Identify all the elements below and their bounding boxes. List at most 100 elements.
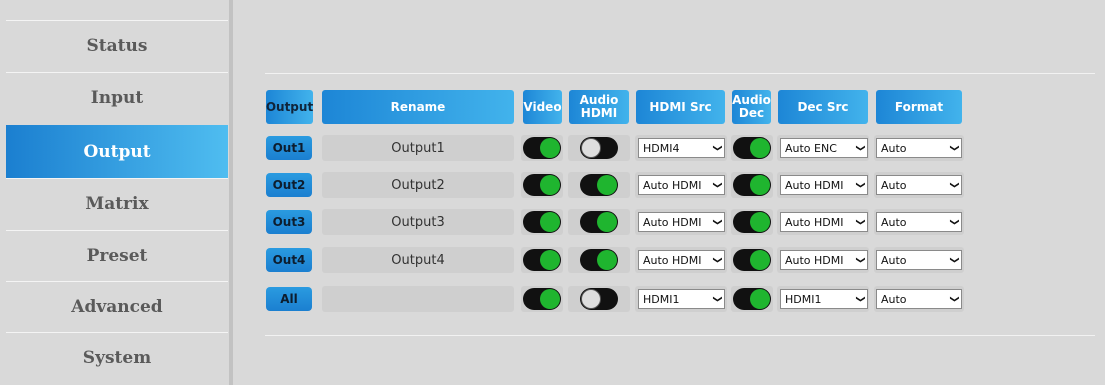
toggle-knob (581, 138, 601, 158)
audio-dec-toggle[interactable] (733, 174, 771, 196)
hdmi-src-select[interactable]: HDMI1 ❯ (638, 289, 725, 309)
audio-dec-toggle[interactable] (733, 288, 771, 310)
header-audio-dec-line2: Dec (738, 106, 765, 120)
out3-button[interactable]: Out3 (266, 210, 312, 234)
sidebar-item-system[interactable]: System (6, 332, 228, 383)
header-audio-hdmi-line2: HDMI (580, 106, 618, 120)
all-button[interactable]: All (266, 287, 312, 311)
video-toggle[interactable] (523, 174, 561, 196)
video-toggle[interactable] (523, 288, 561, 310)
toggle-knob (597, 212, 617, 232)
out2-label: Out2 (272, 178, 306, 192)
header-audio-hdmi: Audio HDMI (569, 90, 629, 124)
video-toggle[interactable] (523, 249, 561, 271)
chevron-down-icon: ❯ (949, 181, 959, 189)
sidebar-item-input[interactable]: Input (6, 72, 228, 123)
rename-value: Output2 (391, 177, 445, 193)
audio-hdmi-toggle[interactable] (580, 211, 618, 233)
audio-hdmi-toggle[interactable] (580, 288, 618, 310)
dec-src-select[interactable]: Auto ENC ❯ (780, 138, 868, 158)
rename-field[interactable] (322, 286, 514, 312)
sidebar-item-label: Output (83, 141, 151, 162)
format-select[interactable]: Auto ❯ (876, 289, 962, 309)
out3-label: Out3 (272, 215, 306, 229)
header-hdmi-src-label: HDMI Src (649, 99, 712, 114)
chevron-down-icon: ❯ (712, 256, 722, 264)
dec-src-select[interactable]: Auto HDMI ❯ (780, 175, 868, 195)
chevron-down-icon: ❯ (855, 218, 865, 226)
out1-button[interactable]: Out1 (266, 136, 312, 160)
header-hdmi-src: HDMI Src (636, 90, 725, 124)
chevron-down-icon: ❯ (855, 181, 865, 189)
toggle-knob (597, 175, 617, 195)
format-select[interactable]: Auto ❯ (876, 138, 962, 158)
toggle-knob (597, 250, 617, 270)
header-format-label: Format (894, 99, 944, 114)
audio-dec-toggle[interactable] (733, 249, 771, 271)
dec-src-value: HDMI1 (785, 292, 822, 306)
sidebar-item-preset[interactable]: Preset (6, 230, 228, 281)
toggle-knob (540, 175, 560, 195)
sidebar-item-label: Status (86, 36, 148, 56)
audio-hdmi-toggle[interactable] (580, 249, 618, 271)
rename-field[interactable]: Output3 (322, 209, 514, 235)
chevron-down-icon: ❯ (855, 256, 865, 264)
hdmi-src-value: Auto HDMI (643, 178, 702, 192)
chevron-down-icon: ❯ (949, 144, 959, 152)
audio-hdmi-toggle[interactable] (580, 174, 618, 196)
chevron-down-icon: ❯ (712, 181, 722, 189)
sidebar-item-status[interactable]: Status (6, 20, 228, 71)
dec-src-value: Auto HDMI (785, 215, 844, 229)
all-label: All (280, 292, 298, 306)
header-rename: Rename (322, 90, 514, 124)
dec-src-value: Auto HDMI (785, 178, 844, 192)
hdmi-src-select[interactable]: Auto HDMI ❯ (638, 250, 725, 270)
hdmi-src-value: Auto HDMI (643, 253, 702, 267)
dec-src-select[interactable]: Auto HDMI ❯ (780, 250, 868, 270)
rename-field[interactable]: Output2 (322, 172, 514, 198)
sidebar-divider[interactable] (229, 0, 233, 385)
header-dec-src: Dec Src (778, 90, 868, 124)
chevron-down-icon: ❯ (949, 218, 959, 226)
toggle-knob (750, 212, 770, 232)
format-select[interactable]: Auto ❯ (876, 212, 962, 232)
sidebar-item-label: System (82, 348, 152, 368)
dec-src-select[interactable]: HDMI1 ❯ (780, 289, 868, 309)
sidebar-item-advanced[interactable]: Advanced (6, 281, 228, 332)
header-video-label: Video (523, 99, 562, 114)
out1-label: Out1 (272, 141, 306, 155)
format-select[interactable]: Auto ❯ (876, 175, 962, 195)
chevron-down-icon: ❯ (712, 218, 722, 226)
toggle-knob (750, 175, 770, 195)
toggle-knob (540, 289, 560, 309)
audio-hdmi-toggle[interactable] (580, 137, 618, 159)
dec-src-value: Auto HDMI (785, 253, 844, 267)
dec-src-select[interactable]: Auto HDMI ❯ (780, 212, 868, 232)
format-select[interactable]: Auto ❯ (876, 250, 962, 270)
header-output-label: Output (265, 99, 314, 114)
out4-label: Out4 (272, 253, 306, 267)
format-value: Auto (881, 292, 907, 306)
format-value: Auto (881, 253, 907, 267)
video-toggle[interactable] (523, 137, 561, 159)
audio-dec-toggle[interactable] (733, 137, 771, 159)
hdmi-src-select[interactable]: Auto HDMI ❯ (638, 175, 725, 195)
bottom-separator (265, 335, 1095, 336)
hdmi-src-value: HDMI4 (643, 141, 680, 155)
audio-dec-toggle[interactable] (733, 211, 771, 233)
sidebar-item-label: Advanced (71, 297, 163, 317)
out4-button[interactable]: Out4 (266, 248, 312, 272)
chevron-down-icon: ❯ (949, 295, 959, 303)
sidebar-item-matrix[interactable]: Matrix (6, 178, 228, 229)
sidebar-item-output[interactable]: Output (6, 125, 228, 178)
chevron-down-icon: ❯ (949, 256, 959, 264)
rename-field[interactable]: Output4 (322, 247, 514, 273)
hdmi-src-select[interactable]: Auto HDMI ❯ (638, 212, 725, 232)
header-format: Format (876, 90, 962, 124)
chevron-down-icon: ❯ (855, 295, 865, 303)
out2-button[interactable]: Out2 (266, 173, 312, 197)
toggle-knob (540, 138, 560, 158)
rename-field[interactable]: Output1 (322, 135, 514, 161)
video-toggle[interactable] (523, 211, 561, 233)
hdmi-src-select[interactable]: HDMI4 ❯ (638, 138, 725, 158)
